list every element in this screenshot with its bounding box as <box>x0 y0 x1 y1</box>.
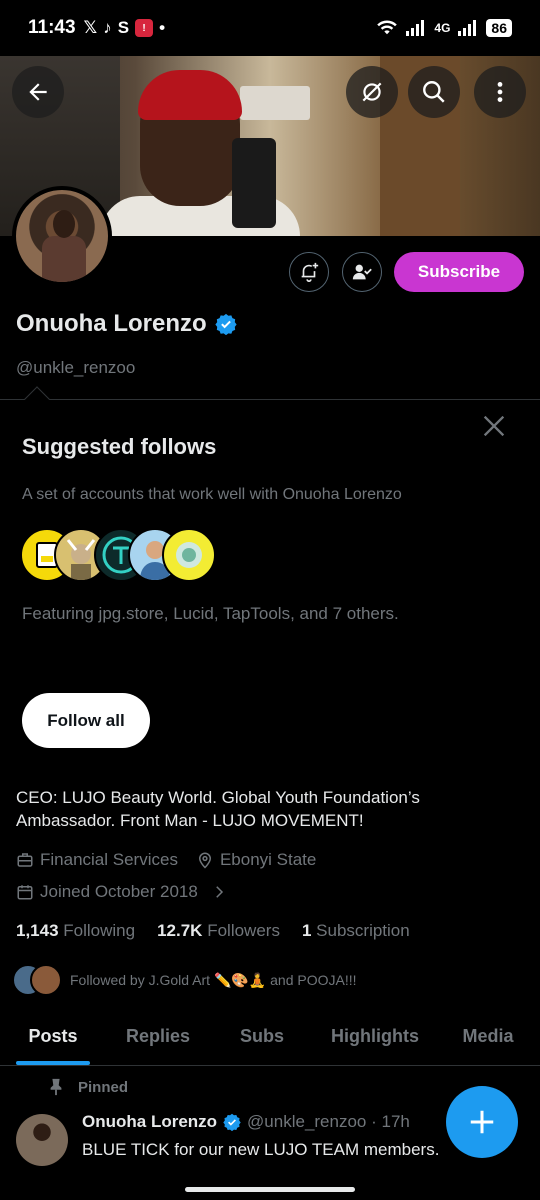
status-bar: 11:43 𝕏 ♪ S ! • 4G 86 <box>0 0 540 56</box>
followed-by-text: Followed by J.Gold Art ✏️🎨🧘 and POOJA!!! <box>70 971 357 988</box>
person-check-icon <box>352 264 372 280</box>
suggested-avatar-5 <box>162 528 216 582</box>
plus-icon <box>470 1110 494 1134</box>
profile-category: Financial Services <box>40 850 178 869</box>
notification-badge-icon: ! <box>135 19 154 37</box>
tab-posts[interactable]: Posts <box>0 1008 106 1065</box>
profile-stats: 1,143 Following 12.7K Followers 1 Subscr… <box>16 921 410 941</box>
followers-count: 12.7K <box>157 921 203 940</box>
tiktok-icon: ♪ <box>103 18 112 37</box>
avatar-head <box>53 210 75 238</box>
tab-active-indicator <box>16 1061 90 1065</box>
followed-by-avatars <box>12 964 62 996</box>
suggested-avatars[interactable] <box>20 528 220 582</box>
followers-label: Followers <box>207 921 280 940</box>
post-handle-time: @unkle_renzoo · 17h <box>247 1112 410 1131</box>
followed-by-row[interactable]: Followed by J.Gold Art ✏️🎨🧘 and POOJA!!! <box>12 964 357 996</box>
post-author[interactable]: Onuoha Lorenzo <box>82 1112 217 1132</box>
x-logo-icon: 𝕏 <box>83 18 98 37</box>
profile-tabs: Posts Replies Subs Highlights Media <box>0 1008 540 1066</box>
compose-button[interactable] <box>446 1086 518 1158</box>
status-right-icons: 4G 86 <box>376 19 512 37</box>
tab-subs[interactable]: Subs <box>210 1008 314 1065</box>
close-icon[interactable] <box>480 412 508 440</box>
profile-location: Ebonyi State <box>219 850 317 869</box>
post-header: Onuoha Lorenzo @unkle_renzoo · 17h <box>82 1112 410 1132</box>
profile-meta-row: Financial Services Ebonyi State <box>16 850 316 870</box>
home-indicator[interactable] <box>185 1187 355 1192</box>
followers-stat[interactable]: 12.7K Followers <box>157 921 280 941</box>
profile-avatar[interactable] <box>12 186 112 286</box>
profile-joined-row[interactable]: Joined October 2018 <box>16 882 228 902</box>
tab-media[interactable]: Media <box>436 1008 540 1065</box>
panel-caret <box>24 386 50 412</box>
dot-icon: • <box>159 18 166 37</box>
follow-all-button[interactable]: Follow all <box>22 693 150 748</box>
calendar-icon <box>17 885 33 900</box>
subscription-label: Subscription <box>316 921 410 940</box>
tab-label: Subs <box>239 1026 284 1046</box>
following-count: 1,143 <box>16 921 59 940</box>
search-icon <box>423 81 445 103</box>
profile-joined: Joined October 2018 <box>40 882 198 901</box>
tab-highlights[interactable]: Highlights <box>314 1008 436 1065</box>
tab-replies[interactable]: Replies <box>106 1008 210 1065</box>
more-vertical-icon <box>497 82 503 102</box>
sync-button[interactable] <box>346 66 398 118</box>
tab-label: Media <box>462 1026 514 1046</box>
following-button[interactable] <box>342 252 382 292</box>
wifi-icon <box>377 20 398 35</box>
suggested-featuring: Featuring jpg.store, Lucid, TapTools, an… <box>22 604 399 623</box>
post-avatar[interactable] <box>16 1114 68 1166</box>
bell-plus-icon <box>301 262 319 282</box>
pinned-label: Pinned <box>78 1078 129 1096</box>
banner-cap <box>138 70 242 120</box>
subscribe-button[interactable]: Subscribe <box>394 252 524 292</box>
pin-icon <box>50 1078 62 1096</box>
tab-label: Highlights <box>331 1026 419 1046</box>
more-button[interactable] <box>474 66 526 118</box>
subscription-count: 1 <box>301 921 312 940</box>
followed-by-avatar-2 <box>30 964 62 996</box>
network-type: 4G <box>434 21 451 35</box>
briefcase-icon <box>17 853 33 867</box>
verified-badge-icon <box>223 1113 241 1131</box>
profile-bio: CEO: LUJO Beauty World. Global Youth Fou… <box>16 788 420 830</box>
banner-phone <box>232 138 276 228</box>
verified-badge-icon[interactable] <box>215 313 237 335</box>
status-left-icons: 𝕏 ♪ S ! • <box>83 18 166 38</box>
post-text[interactable]: BLUE TICK for our new LUJO TEAM members. <box>82 1140 439 1160</box>
tab-label: Replies <box>125 1026 191 1046</box>
battery-level: 86 <box>486 19 512 37</box>
chevron-right-icon <box>216 886 223 898</box>
suggested-follows-title: Suggested follows <box>22 434 217 459</box>
notifications-button[interactable] <box>289 252 329 292</box>
following-stat[interactable]: 1,143 Following <box>16 921 135 941</box>
location-icon <box>198 852 211 869</box>
subscription-stat[interactable]: 1 Subscription <box>302 921 410 941</box>
signal-icon-2 <box>458 20 477 36</box>
profile-name-row: Onuoha Lorenzo <box>16 310 237 338</box>
profile-handle: @unkle_renzoo <box>16 358 136 377</box>
signal-icon <box>406 20 425 36</box>
sync-off-icon <box>362 82 382 102</box>
tab-label: Posts <box>28 1026 78 1046</box>
avatar-suit <box>42 236 86 282</box>
pinned-indicator: Pinned <box>48 1078 128 1096</box>
back-button[interactable] <box>12 66 64 118</box>
search-button[interactable] <box>408 66 460 118</box>
following-label: Following <box>63 921 136 940</box>
divider <box>0 399 540 400</box>
suggested-follows-description: A set of accounts that work well with On… <box>22 486 402 503</box>
status-time: 11:43 <box>28 17 76 38</box>
arrow-left-icon <box>29 83 47 101</box>
s-app-icon: S <box>117 18 130 37</box>
profile-name: Onuoha Lorenzo <box>16 310 207 337</box>
banner-ac <box>240 86 310 120</box>
